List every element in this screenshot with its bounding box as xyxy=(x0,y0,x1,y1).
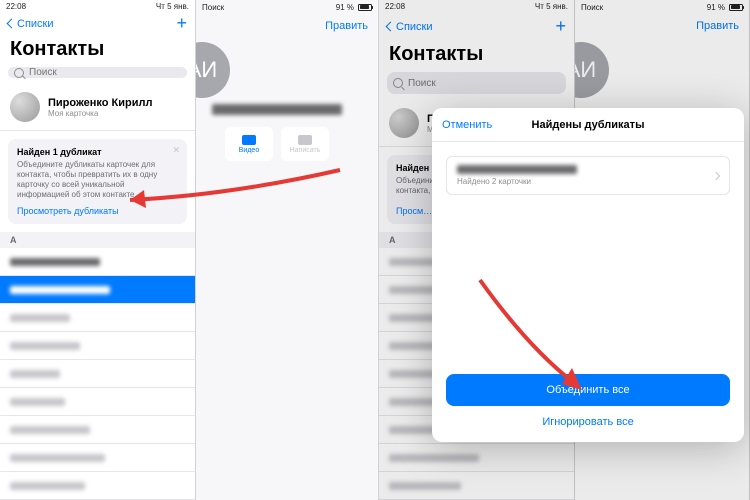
status-time: 22:08 xyxy=(385,2,405,11)
add-contact-button[interactable]: + xyxy=(176,13,187,34)
dup-title: Найден 1 дубликат xyxy=(17,147,178,157)
battery-icon xyxy=(358,4,372,11)
status-carrier: Поиск xyxy=(581,3,603,12)
list-item[interactable] xyxy=(0,416,195,444)
page-title: Контакты xyxy=(0,34,195,67)
modal-title: Найдены дубликаты xyxy=(532,119,645,131)
detail-nav: Править xyxy=(575,14,749,38)
status-bar: Поиск 91 % xyxy=(196,0,378,14)
chevron-left-icon xyxy=(7,19,17,29)
cancel-button[interactable]: Отменить xyxy=(442,119,492,131)
ignore-all-button[interactable]: Игнорировать все xyxy=(446,416,730,428)
duplicate-row[interactable]: Найдено 2 карточки xyxy=(446,156,730,195)
video-call-button[interactable]: Видео xyxy=(225,127,273,161)
list-item[interactable] xyxy=(0,248,195,276)
video-label: Видео xyxy=(239,147,259,154)
avatar xyxy=(389,108,419,138)
search-field[interactable] xyxy=(387,72,566,94)
status-battery: 91 % xyxy=(336,3,354,12)
edit-button[interactable]: Править xyxy=(325,20,368,32)
view-duplicates-link[interactable]: Просмотреть дубликаты xyxy=(17,206,178,216)
nav-bar: Списки + xyxy=(379,14,574,40)
my-card-name: Пироженко Кирилл xyxy=(48,97,152,109)
dup-text: Объедините дубликаты карточек для контак… xyxy=(17,160,178,200)
status-carrier: Поиск xyxy=(202,3,224,12)
close-icon[interactable]: ✕ xyxy=(172,145,180,156)
contact-actions: Видео Написать xyxy=(196,127,378,161)
modal-footer: Объединить все Игнорировать все xyxy=(432,364,744,442)
edit-button[interactable]: Править xyxy=(696,20,739,32)
contacts-list xyxy=(0,248,195,500)
modal-header: Отменить Найдены дубликаты xyxy=(432,108,744,142)
contact-detail-left: Поиск 91 % Править АИ Видео Написать xyxy=(196,0,379,500)
list-item[interactable] xyxy=(0,472,195,500)
chevron-right-icon xyxy=(712,171,720,179)
list-item[interactable] xyxy=(0,332,195,360)
search-icon xyxy=(14,68,24,78)
contact-avatar: АИ xyxy=(196,42,230,98)
my-card-sub: Моя карточка xyxy=(48,109,152,118)
duplicate-count: Найдено 2 карточки xyxy=(457,177,577,186)
chevron-left-icon xyxy=(386,22,396,32)
avatar xyxy=(10,92,40,122)
section-header-a: А xyxy=(0,232,195,248)
search-input[interactable] xyxy=(408,78,560,89)
contact-name xyxy=(196,104,378,115)
status-bar: 22:08 Чт 5 янв. xyxy=(0,0,195,13)
page-title: Контакты xyxy=(379,39,574,72)
list-item[interactable] xyxy=(379,444,574,472)
modal-body: Найдено 2 карточки xyxy=(432,142,744,364)
merge-all-button[interactable]: Объединить все xyxy=(446,374,730,406)
add-contact-button[interactable]: + xyxy=(555,16,566,37)
duplicates-banner: ✕ Найден 1 дубликат Объедините дубликаты… xyxy=(8,139,187,224)
nav-bar: Списки + xyxy=(0,13,195,34)
duplicates-modal: Отменить Найдены дубликаты Найдено 2 кар… xyxy=(432,108,744,442)
my-card[interactable]: Пироженко Кирилл Моя карточка xyxy=(0,86,195,131)
list-item[interactable] xyxy=(0,276,195,304)
video-icon xyxy=(242,135,256,145)
list-item[interactable] xyxy=(379,472,574,500)
message-button[interactable]: Написать xyxy=(281,127,329,161)
detail-nav: Править xyxy=(196,14,378,38)
status-battery: 91 % xyxy=(707,3,725,12)
search-input[interactable] xyxy=(29,67,181,78)
avatar-initials: АИ xyxy=(196,57,217,83)
back-button[interactable]: Списки xyxy=(387,21,433,33)
avatar-initials: АИ xyxy=(575,57,596,83)
back-label: Списки xyxy=(396,21,433,33)
battery-icon xyxy=(729,4,743,11)
list-item[interactable] xyxy=(0,360,195,388)
contacts-sidebar: 22:08 Чт 5 янв. Списки + Контакты Пироже… xyxy=(0,0,196,500)
duplicate-name xyxy=(457,165,577,174)
status-bar: 22:08 Чт 5 янв. xyxy=(379,0,574,14)
search-icon xyxy=(393,78,403,88)
list-item[interactable] xyxy=(0,444,195,472)
status-time: 22:08 xyxy=(6,2,26,11)
message-label: Написать xyxy=(290,147,321,154)
list-item[interactable] xyxy=(0,304,195,332)
search-field[interactable] xyxy=(8,67,187,78)
back-label: Списки xyxy=(17,18,54,30)
back-button[interactable]: Списки xyxy=(8,18,54,30)
list-item[interactable] xyxy=(0,388,195,416)
message-icon xyxy=(298,135,312,145)
status-date: Чт 5 янв. xyxy=(156,2,189,11)
contact-avatar: АИ xyxy=(575,42,609,98)
status-date: Чт 5 янв. xyxy=(535,2,568,11)
status-bar: Поиск 91 % xyxy=(575,0,749,14)
